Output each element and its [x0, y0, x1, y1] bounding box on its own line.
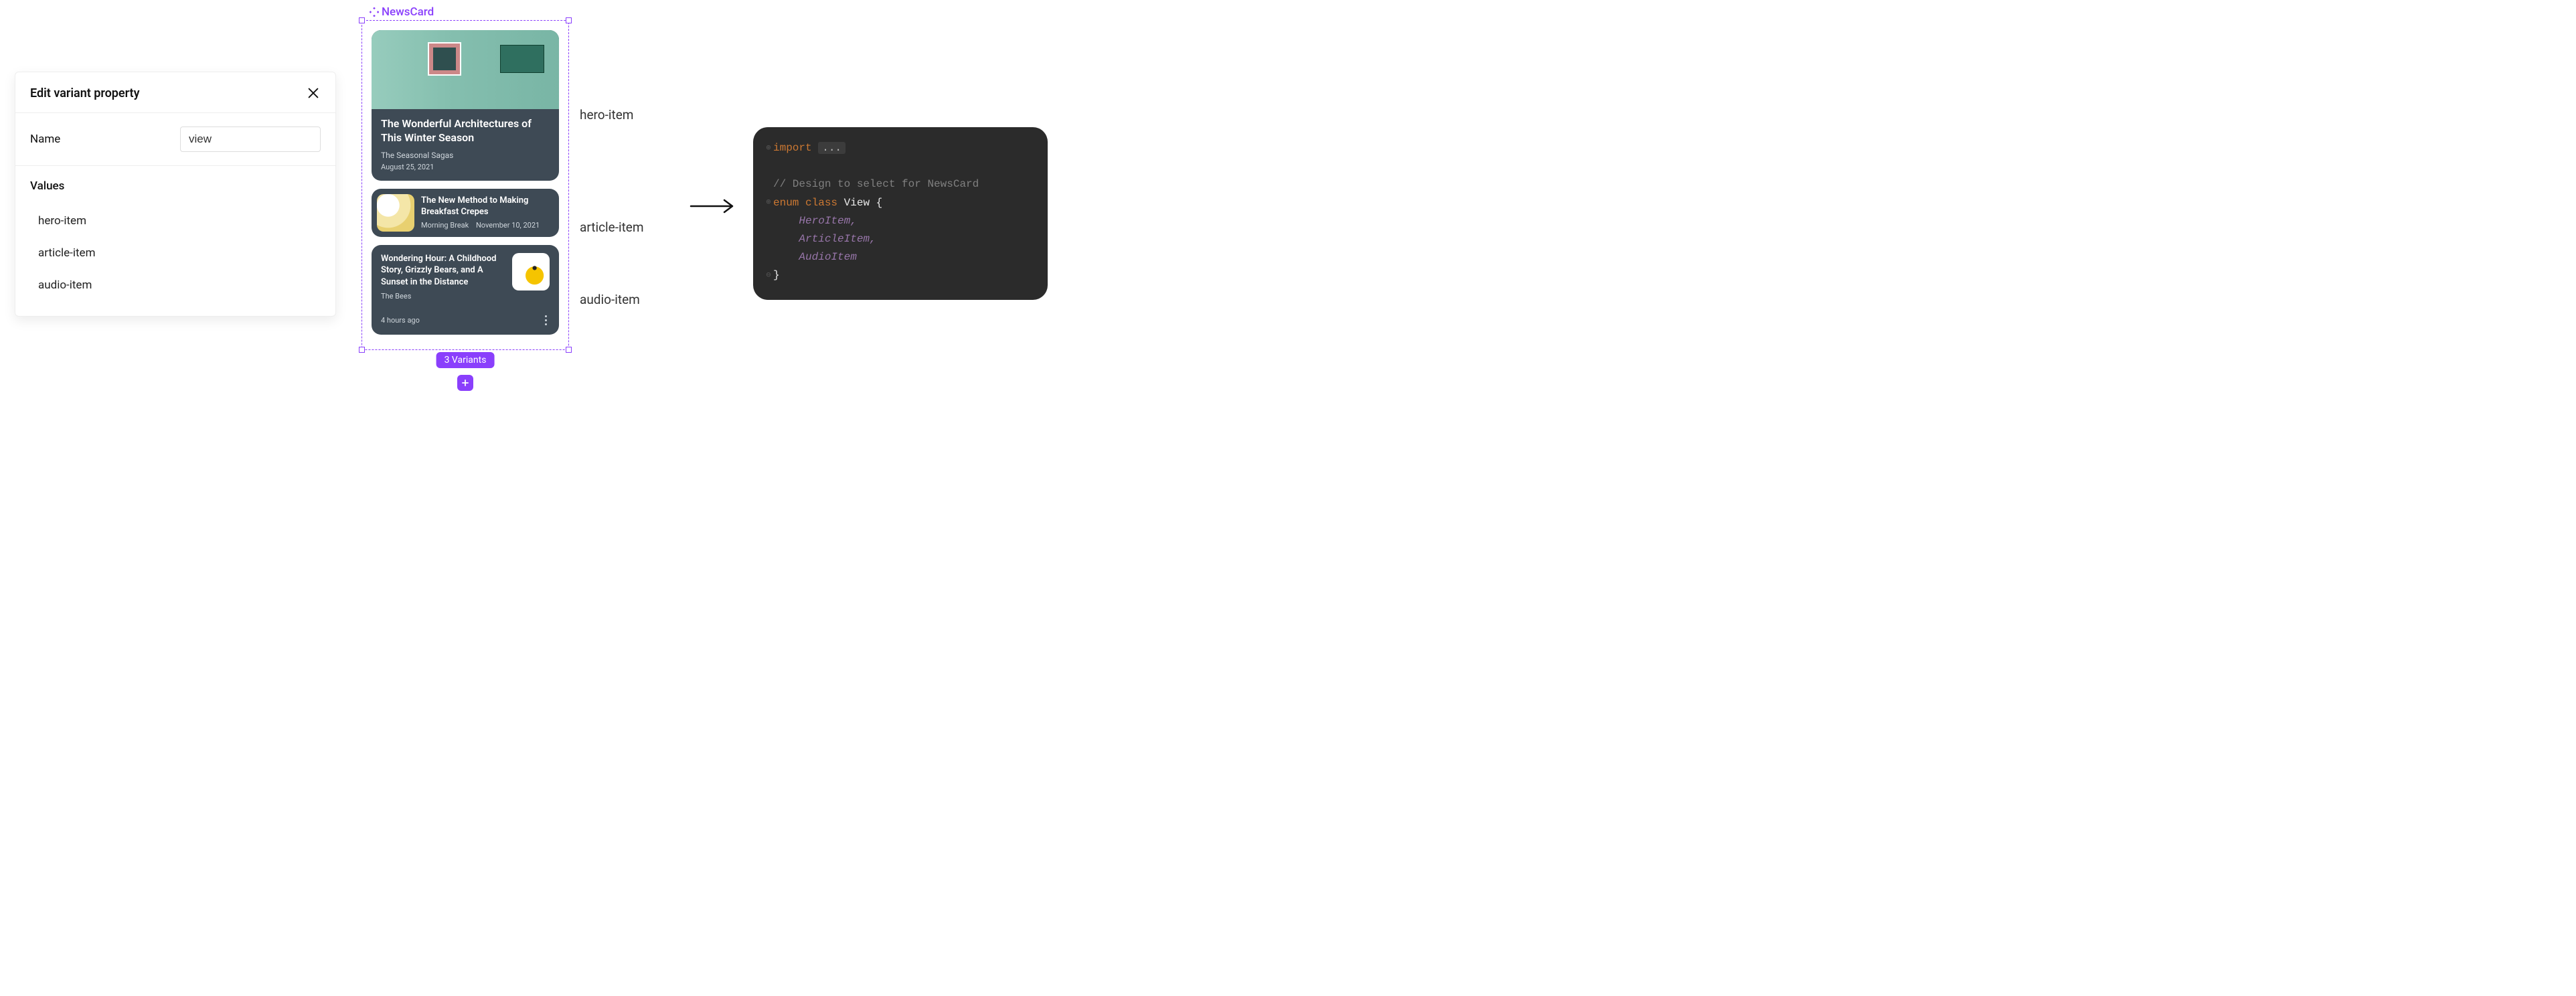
audio-title: Wondering Hour: A Childhood Story, Grizz…	[381, 253, 504, 288]
code-line-close: ⊖}	[764, 266, 1033, 284]
audio-time: 4 hours ago	[381, 316, 420, 325]
more-icon[interactable]	[542, 313, 550, 328]
hero-image	[372, 30, 559, 109]
values-section: Values hero-item article-item audio-item	[15, 166, 335, 316]
selection-handle-tl[interactable]	[359, 17, 365, 23]
audio-footer: 4 hours ago	[381, 313, 550, 328]
audio-thumbnail	[512, 253, 550, 290]
code-line-enum-v3: AudioItem	[764, 248, 1033, 266]
audio-text: Wondering Hour: A Childhood Story, Grizz…	[381, 253, 504, 301]
hero-body: The Wonderful Architectures of This Wint…	[372, 109, 559, 181]
article-text: The New Method to Making Breakfast Crepe…	[421, 195, 554, 230]
variants-badge[interactable]: 3 Variants	[436, 352, 495, 368]
name-row: Name	[15, 113, 335, 166]
code-line-blank	[764, 157, 1033, 175]
annotation-hero: hero-item	[580, 107, 633, 122]
code-line-comment: // Design to select for NewsCard	[764, 175, 1033, 193]
value-item-audio[interactable]: audio-item	[30, 269, 321, 301]
component-name: NewsCard	[382, 5, 434, 19]
selection-handle-br[interactable]	[566, 347, 572, 353]
code-line-enum-v2: ArticleItem,	[764, 230, 1033, 248]
hero-date: August 25, 2021	[381, 163, 550, 171]
article-date: November 10, 2021	[476, 221, 540, 230]
hero-item-card[interactable]: The Wonderful Architectures of This Wint…	[372, 30, 559, 181]
arrow-icon	[690, 198, 738, 217]
edit-variant-panel: Edit variant property Name Values hero-i…	[15, 72, 336, 317]
selection-handle-tr[interactable]	[566, 17, 572, 23]
component-icon	[370, 7, 379, 17]
add-variant-button[interactable]	[457, 375, 473, 391]
value-item-hero[interactable]: hero-item	[30, 205, 321, 237]
code-panel: ⊕import ... // Design to select for News…	[753, 127, 1048, 300]
fold-icon[interactable]: ⊕	[764, 141, 773, 155]
article-source: Morning Break	[421, 221, 469, 230]
article-meta: Morning Break November 10, 2021	[421, 221, 554, 230]
name-input[interactable]	[180, 127, 321, 152]
fold-end-icon[interactable]: ⊖	[764, 268, 773, 282]
panel-title: Edit variant property	[30, 86, 140, 100]
hero-title: The Wonderful Architectures of This Wint…	[381, 117, 550, 145]
value-item-article[interactable]: article-item	[30, 237, 321, 269]
values-label: Values	[30, 179, 321, 193]
article-thumbnail	[377, 194, 414, 232]
code-line-import: ⊕import ...	[764, 139, 1033, 157]
audio-item-card[interactable]: Wondering Hour: A Childhood Story, Grizz…	[372, 245, 559, 335]
fold-icon[interactable]: ⊕	[764, 195, 773, 209]
component-frame[interactable]: The Wonderful Architectures of This Wint…	[361, 20, 569, 350]
component-label[interactable]: NewsCard	[370, 5, 569, 19]
annotation-audio: audio-item	[580, 292, 640, 307]
code-line-enum-v1: HeroItem,	[764, 212, 1033, 230]
hero-subtitle: The Seasonal Sagas	[381, 151, 550, 160]
audio-subtitle: The Bees	[381, 292, 504, 301]
name-label: Name	[30, 133, 60, 146]
selection-handle-bl[interactable]	[359, 347, 365, 353]
close-icon[interactable]	[306, 86, 321, 100]
canvas-frame-wrap: NewsCard The Wonderful Architectures of …	[361, 5, 569, 350]
plus-icon	[461, 378, 470, 388]
article-title: The New Method to Making Breakfast Crepe…	[421, 195, 554, 218]
annotation-article: article-item	[580, 220, 644, 235]
audio-row: Wondering Hour: A Childhood Story, Grizz…	[381, 253, 550, 301]
article-item-card[interactable]: The New Method to Making Breakfast Crepe…	[372, 189, 559, 237]
code-line-enum-decl: ⊕enum class View {	[764, 194, 1033, 212]
panel-header: Edit variant property	[15, 72, 335, 113]
